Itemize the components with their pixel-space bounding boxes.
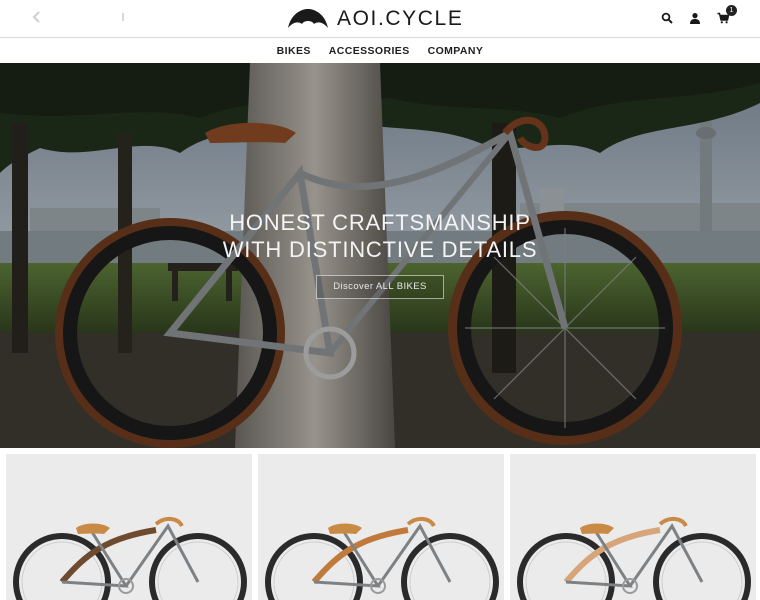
product-card-2[interactable] [258, 454, 504, 600]
nav-item-bikes[interactable]: BIKES [277, 45, 311, 57]
nav-item-accessories[interactable]: ACCESSORIES [329, 45, 410, 57]
hero-title: HONEST CRAFTSMANSHIP WITH DISTINCTIVE DE… [0, 209, 760, 263]
header-left-icons [30, 10, 130, 24]
search-button[interactable] [660, 9, 674, 27]
discover-all-bikes-button[interactable]: Discover ALL BIKES [316, 275, 444, 299]
site-header: AOI.CYCLE 1 [0, 0, 760, 38]
bike-saddle [580, 523, 614, 534]
front-wheel [13, 533, 111, 600]
bike-saddle [76, 523, 110, 534]
bike-product-image [517, 517, 751, 600]
rear-wheel [653, 533, 751, 600]
rear-rim [661, 541, 743, 600]
arrow-left-icon[interactable] [30, 10, 44, 24]
bike-product-image [13, 517, 247, 600]
user-icon [690, 13, 700, 24]
cart-count-badge: 1 [726, 5, 737, 16]
account-button[interactable] [688, 9, 702, 27]
front-wheel [517, 533, 615, 600]
rear-wheel [401, 533, 499, 600]
bike-saddle [328, 523, 362, 534]
front-rim [273, 541, 355, 600]
site-logo[interactable]: AOI.CYCLE [287, 7, 463, 31]
info-icon[interactable] [116, 10, 130, 24]
hero-title-line-2: WITH DISTINCTIVE DETAILS [222, 237, 538, 262]
rear-rim [157, 541, 239, 600]
rear-rim [409, 541, 491, 600]
search-icon [661, 12, 673, 24]
logo-text: AOI.CYCLE [337, 7, 464, 30]
nav-item-company[interactable]: COMPANY [428, 45, 484, 57]
hero-title-line-1: HONEST CRAFTSMANSHIP [229, 210, 531, 235]
front-wheel [265, 533, 363, 600]
main-nav: BIKES ACCESSORIES COMPANY [0, 38, 760, 63]
header-actions: 1 [660, 5, 737, 27]
umbrella-logo-icon [288, 9, 328, 28]
cart-button[interactable]: 1 [716, 5, 737, 27]
product-grid [0, 448, 760, 600]
rear-wheel [149, 533, 247, 600]
front-rim [21, 541, 103, 600]
hero-banner: HONEST CRAFTSMANSHIP WITH DISTINCTIVE DE… [0, 63, 760, 448]
bike-product-image [265, 517, 499, 600]
product-card-1[interactable] [6, 454, 252, 600]
product-card-3[interactable] [510, 454, 756, 600]
front-rim [525, 541, 607, 600]
